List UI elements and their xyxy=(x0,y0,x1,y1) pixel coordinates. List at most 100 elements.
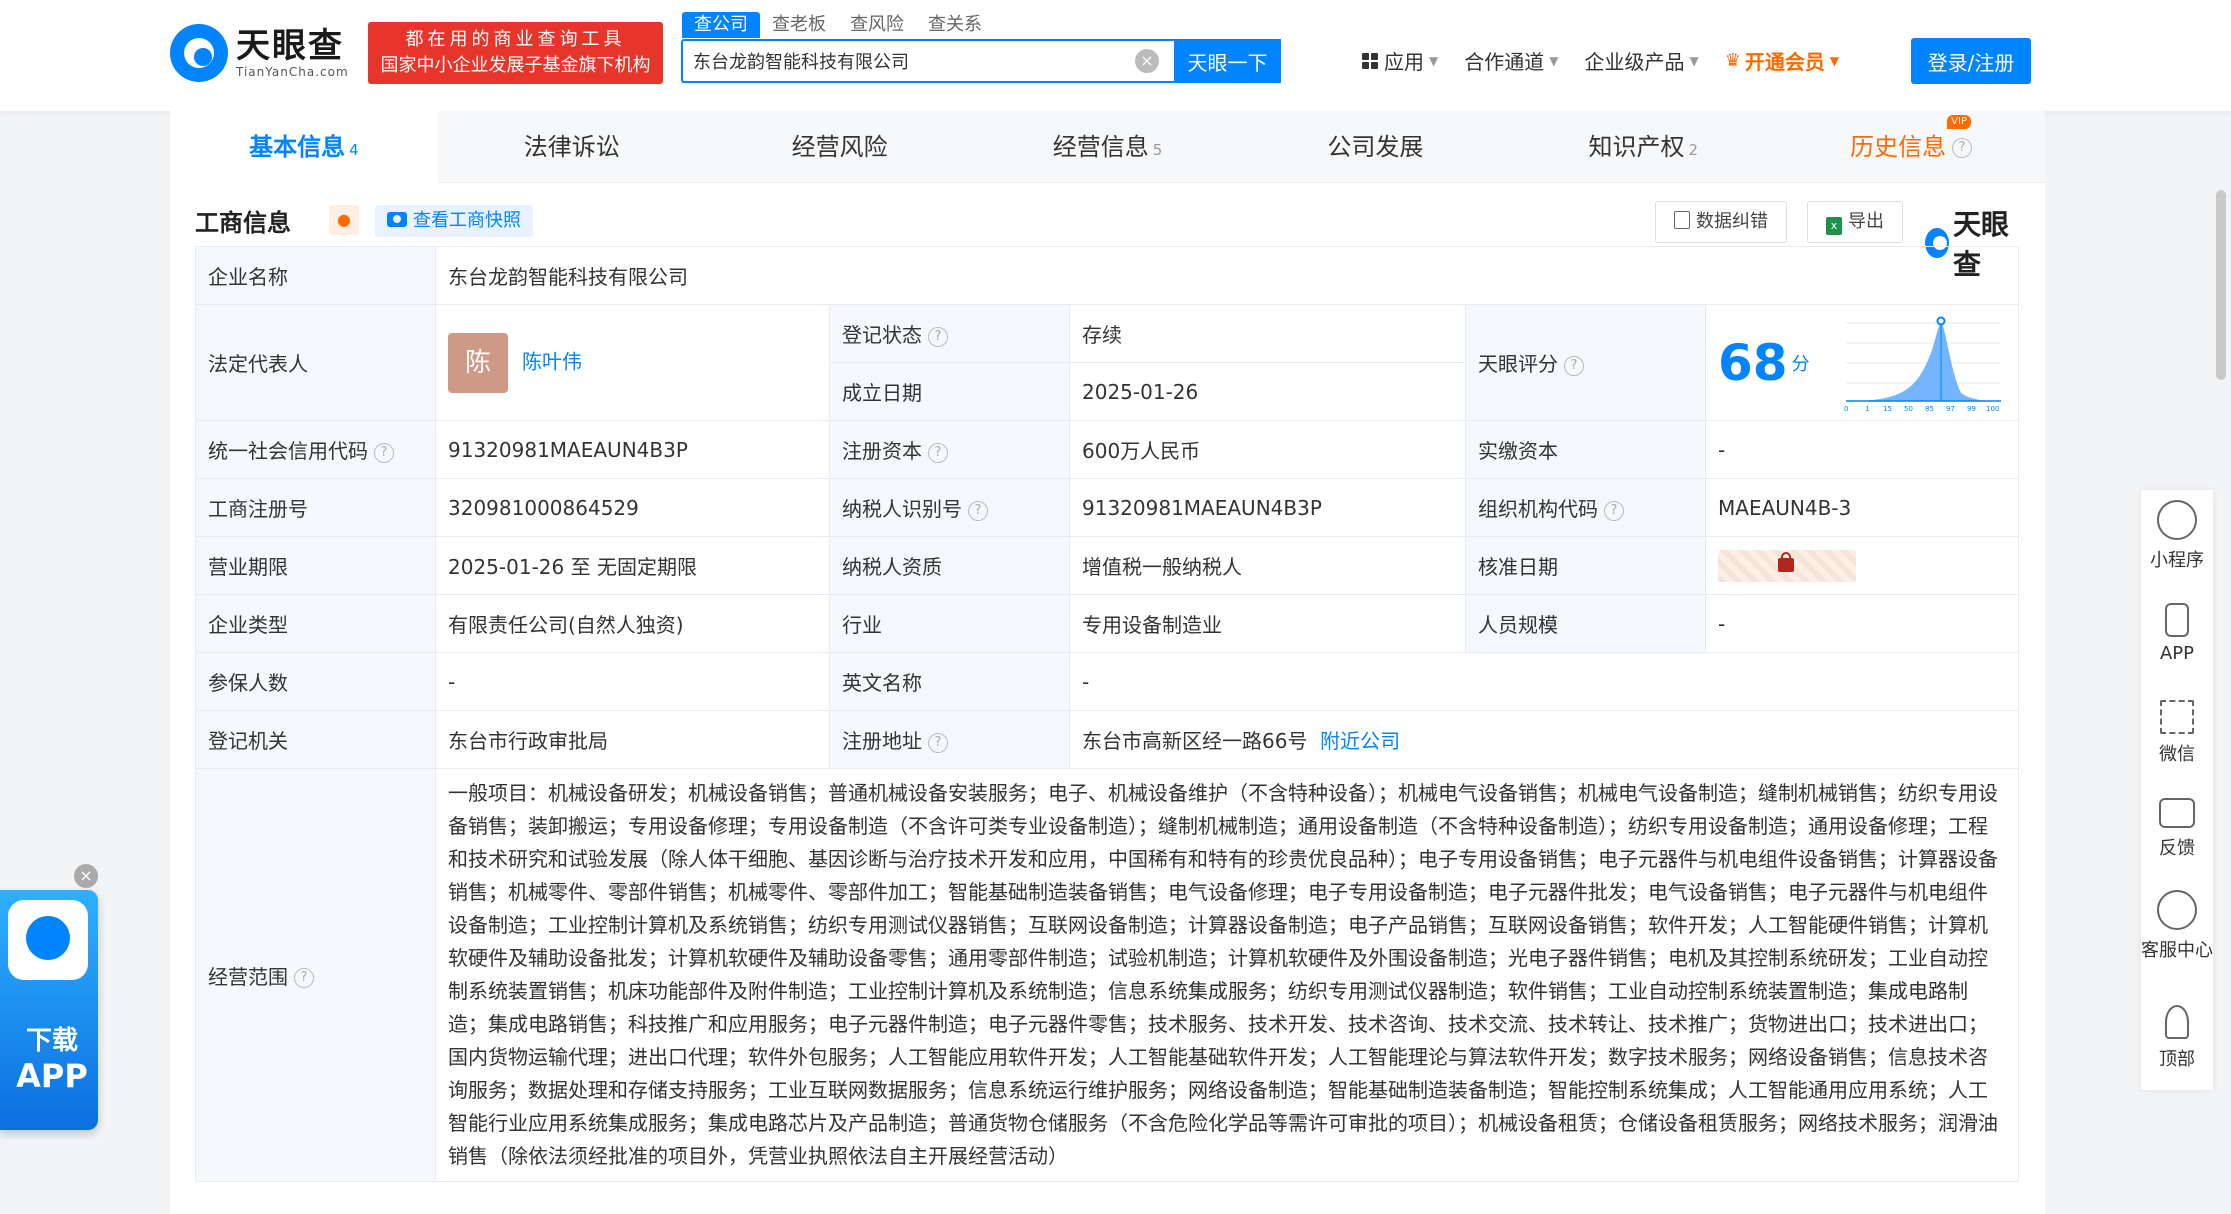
search-button[interactable]: 天眼一下 xyxy=(1174,39,1281,83)
paid-capital: - xyxy=(1705,420,2019,479)
feedback-button[interactable]: 反馈 xyxy=(2141,798,2213,860)
section-title: 工商信息 xyxy=(195,209,291,237)
tab-legal[interactable]: 法律诉讼 xyxy=(438,111,706,183)
legal-rep-link[interactable]: 陈叶伟 xyxy=(522,349,582,373)
headset-icon xyxy=(2157,890,2197,930)
reg-no: 320981000864529 xyxy=(435,478,830,537)
score-cell[interactable]: 68 分 0 1 15 50 85 97 99 100 xyxy=(1705,304,2019,421)
top-nav: 应用 ▼ 合作通道 ▼ 企业级产品 ▼ ♛ 开通会员 ▼ xyxy=(1362,46,1865,75)
message-icon xyxy=(2159,798,2195,828)
bell-icon[interactable]: ● xyxy=(329,205,359,235)
cell-label: 英文名称 xyxy=(829,652,1070,711)
found-date: 2025-01-26 xyxy=(1069,362,1466,421)
export-button[interactable]: x 导出 xyxy=(1807,201,1903,243)
cell-label: 行业 xyxy=(829,594,1070,653)
app-logo-icon xyxy=(8,900,88,980)
score-distribution-chart: 0 1 15 50 85 97 99 100 xyxy=(1844,316,2001,413)
cell-label: 实缴资本 xyxy=(1465,420,1706,479)
chart-tick: 15 xyxy=(1883,405,1892,413)
cell-label: 经营范围? xyxy=(195,768,436,1182)
cell-label: 参保人数 xyxy=(195,652,436,711)
service-center-button[interactable]: 客服中心 xyxy=(2141,890,2213,962)
approve-date-locked[interactable] xyxy=(1705,536,2019,595)
help-icon[interactable]: ? xyxy=(928,442,948,463)
lock-icon xyxy=(1778,551,1794,572)
credit-code: 91320981MAEAUN4B3P xyxy=(435,420,830,479)
chart-tick: 0 xyxy=(1844,405,1848,413)
page-scrollbar[interactable] xyxy=(2216,190,2226,380)
tab-history[interactable]: 历史信息? VIP xyxy=(1777,111,2045,183)
brand-logo[interactable]: 天眼查 TianYanCha.com xyxy=(170,24,349,82)
data-correct-button[interactable]: 数据纠错 xyxy=(1655,201,1787,243)
chart-tick: 1 xyxy=(1865,405,1869,413)
vip-badge: VIP xyxy=(1947,115,1971,129)
search-tab-risk[interactable]: 查风险 xyxy=(838,12,916,38)
cell-label: 组织机构代码? xyxy=(1465,478,1706,537)
business-info-table: 企业名称 东台龙韵智能科技有限公司 法定代表人 陈陈叶伟 登记状态? 存续 天眼… xyxy=(195,246,2019,1182)
chart-tick: 99 xyxy=(1967,405,1976,413)
download-app-popup[interactable]: × 下载 APP xyxy=(0,864,98,1130)
search-tab-relation[interactable]: 查关系 xyxy=(916,12,994,38)
table-row: 统一社会信用代码? 91320981MAEAUN4B3P 注册资本? 600万人… xyxy=(195,420,2019,479)
caret-down-icon: ▼ xyxy=(1829,53,1840,68)
table-row: 营业期限 2025-01-26 至 无固定期限 纳税人资质 增值税一般纳税人 核… xyxy=(195,536,2019,595)
legal-rep-cell: 陈陈叶伟 xyxy=(435,304,830,421)
status-badge: 存续 xyxy=(1069,304,1466,363)
brand-domain: TianYanCha.com xyxy=(236,65,349,79)
table-row: 企业类型 有限责任公司(自然人独资) 行业 专用设备制造业 人员规模 - xyxy=(195,594,2019,653)
close-icon[interactable]: × xyxy=(74,864,98,888)
clear-icon[interactable]: × xyxy=(1135,49,1159,73)
cell-label: 注册资本? xyxy=(829,420,1070,479)
mini-program-button[interactable]: 小程序 xyxy=(2141,500,2213,572)
cell-label: 企业类型 xyxy=(195,594,436,653)
cell-label: 纳税人资质 xyxy=(829,536,1070,595)
link-icon xyxy=(2157,500,2197,540)
nav-vip[interactable]: ♛ 开通会员 ▼ xyxy=(1725,46,1839,75)
search-tab-boss[interactable]: 查老板 xyxy=(760,12,838,38)
table-row: 法定代表人 陈陈叶伟 登记状态? 存续 天眼评分? 68 分 0 1 15 50… xyxy=(195,304,2019,421)
search-input[interactable] xyxy=(693,41,1133,81)
nav-channel[interactable]: 合作通道 ▼ xyxy=(1464,46,1558,75)
help-icon[interactable]: ? xyxy=(1564,355,1584,376)
avatar[interactable]: 陈 xyxy=(448,332,508,393)
cell-label: 企业名称 xyxy=(195,246,436,305)
tab-operation[interactable]: 经营信息 5 xyxy=(974,111,1242,183)
cell-label: 工商注册号 xyxy=(195,478,436,537)
cell-label: 核准日期 xyxy=(1465,536,1706,595)
wechat-button[interactable]: 微信 xyxy=(2141,700,2213,766)
app-button[interactable]: APP xyxy=(2141,603,2213,664)
caret-down-icon: ▼ xyxy=(1429,53,1439,68)
tax-qualification: 增值税一般纳税人 xyxy=(1069,536,1466,595)
reg-capital: 600万人民币 xyxy=(1069,420,1466,479)
cell-label: 登记状态? xyxy=(829,304,1070,363)
help-icon[interactable]: ? xyxy=(928,732,948,753)
search-tab-company[interactable]: 查公司 xyxy=(682,12,760,38)
table-row: 参保人数 - 英文名称 - xyxy=(195,652,2019,711)
industry: 专用设备制造业 xyxy=(1069,594,1466,653)
qrcode-icon xyxy=(2160,700,2194,734)
business-scope: 一般项目：机械设备研发；机械设备销售；普通机械设备安装服务；电子、机械设备维护（… xyxy=(435,768,2019,1182)
chart-tick: 85 xyxy=(1925,405,1934,413)
company-name: 东台龙韵智能科技有限公司 xyxy=(435,246,2019,305)
table-row: 工商注册号 320981000864529 纳税人识别号? 91320981MA… xyxy=(195,478,2019,537)
help-icon[interactable]: ? xyxy=(968,500,988,521)
snapshot-button[interactable]: 查看工商快照 xyxy=(375,205,533,237)
company-type: 有限责任公司(自然人独资) xyxy=(435,594,830,653)
tab-development[interactable]: 公司发展 xyxy=(1241,111,1509,183)
tab-basic-info[interactable]: 基本信息 4 xyxy=(170,111,438,183)
nav-apps[interactable]: 应用 ▼ xyxy=(1362,46,1438,75)
help-icon[interactable]: ? xyxy=(294,968,314,988)
right-float-bar: 小程序 APP 微信 反馈 客服中心 顶部 xyxy=(2141,490,2213,1090)
help-icon[interactable]: ? xyxy=(374,442,394,463)
help-icon[interactable]: ? xyxy=(1604,500,1624,521)
nearby-companies-link[interactable]: 附近公司 xyxy=(1320,729,1400,753)
tab-ip[interactable]: 知识产权 2 xyxy=(1509,111,1777,183)
nav-enterprise[interactable]: 企业级产品 ▼ xyxy=(1584,46,1698,75)
help-icon[interactable]: ? xyxy=(928,326,948,347)
login-button[interactable]: 登录/注册 xyxy=(1911,38,2031,84)
tab-risk[interactable]: 经营风险 xyxy=(706,111,974,183)
reg-authority: 东台市行政审批局 xyxy=(435,710,830,769)
slogan-banner: 都在用的商业查询工具 国家中小企业发展子基金旗下机构 xyxy=(368,22,663,84)
back-to-top-button[interactable]: 顶部 xyxy=(2141,1005,2213,1071)
camera-icon xyxy=(387,212,407,227)
